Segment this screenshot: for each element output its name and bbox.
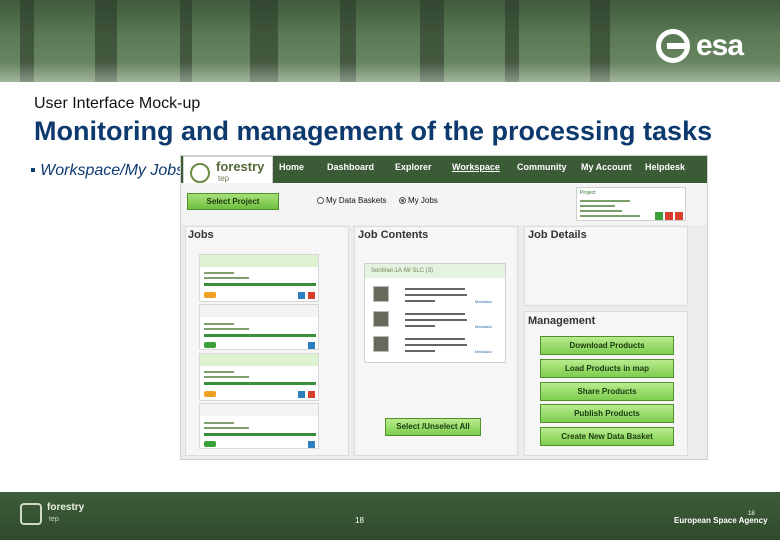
select-project-button[interactable]: Select Project — [187, 193, 279, 210]
project-summary-box: Project — [576, 187, 686, 221]
job-card[interactable] — [199, 254, 319, 302]
job-id — [200, 404, 318, 416]
status-badge — [204, 342, 216, 348]
share-products-button[interactable]: Share Products — [540, 382, 674, 401]
job-id — [200, 305, 318, 317]
footer-brand: forestry — [47, 502, 85, 513]
download-products-button[interactable]: Download Products — [540, 336, 674, 355]
select-unselect-all-button[interactable]: Select /Unselect All — [385, 418, 481, 436]
metadata-link[interactable]: Metadata — [475, 349, 492, 354]
app-mockup-screenshot: Home Dashboard Explorer Workspace Commun… — [180, 155, 708, 460]
status-badge — [204, 391, 216, 397]
job-details-title: Job Details — [528, 229, 587, 241]
management-title: Management — [528, 315, 596, 327]
esa-logo: esa — [656, 28, 744, 64]
project-close-icon[interactable] — [675, 212, 683, 220]
agency-name: European Space Agency — [674, 516, 768, 525]
radio-selected-icon — [399, 197, 406, 204]
project-ok-icon[interactable] — [655, 212, 663, 220]
presentation-slide: esa User Interface Mock-up Monitoring an… — [0, 0, 780, 540]
delete-icon[interactable] — [308, 391, 315, 398]
forest-header-banner: esa — [0, 0, 780, 82]
workspace-toolbar: Select Project My Data Baskets My Jobs P… — [181, 183, 707, 225]
metadata-link[interactable]: Metadata — [475, 299, 492, 304]
nav-dashboard[interactable]: Dashboard — [327, 162, 374, 172]
load-products-in-map-button[interactable]: Load Products in map — [540, 359, 674, 378]
job-contents-title: Job Contents — [358, 229, 429, 241]
page-number-corner: 18 — [748, 511, 755, 517]
nav-explorer[interactable]: Explorer — [395, 162, 432, 172]
app-brand-name: forestry — [216, 159, 265, 174]
create-new-data-basket-button[interactable]: Create New Data Basket — [540, 427, 674, 446]
delete-icon[interactable] — [308, 292, 315, 299]
radio-label: My Jobs — [408, 196, 438, 205]
info-icon[interactable] — [308, 342, 315, 349]
app-brand-sub: tep — [218, 174, 230, 183]
esa-mark-icon — [656, 29, 690, 63]
radio-my-jobs[interactable]: My Jobs — [399, 196, 438, 205]
product-thumbnail[interactable] — [373, 311, 389, 327]
job-id — [200, 255, 318, 267]
jobs-panel-title: Jobs — [188, 229, 214, 241]
info-icon[interactable] — [298, 292, 305, 299]
nav-workspace[interactable]: Workspace — [452, 162, 500, 172]
metadata-link[interactable]: Metadata — [475, 324, 492, 329]
nav-home[interactable]: Home — [279, 162, 304, 172]
forestry-tep-logo: forestry tep — [183, 156, 273, 186]
leaf-icon — [190, 163, 210, 183]
job-card[interactable] — [199, 353, 319, 401]
job-card[interactable] — [199, 403, 319, 449]
job-card[interactable] — [199, 304, 319, 350]
product-collection-header: Sentinel-1A IW SLC (3) — [365, 264, 505, 278]
job-contents-list: Sentinel-1A IW SLC (3) Metadata Metadata… — [364, 263, 506, 363]
product-thumbnail[interactable] — [373, 336, 389, 352]
slide-title: Monitoring and management of the process… — [34, 116, 713, 146]
project-label: Project — [580, 190, 596, 196]
forestry-leaf-icon — [20, 503, 42, 525]
footer-brand-sub: tep — [49, 516, 59, 523]
slide-subtitle: User Interface Mock-up — [34, 95, 201, 112]
job-id — [200, 354, 318, 366]
page-number: 18 — [355, 516, 364, 525]
radio-circle-icon — [317, 197, 324, 204]
nav-community[interactable]: Community — [517, 162, 567, 172]
project-remove-icon[interactable] — [665, 212, 673, 220]
info-icon[interactable] — [308, 441, 315, 448]
product-thumbnail[interactable] — [373, 286, 389, 302]
status-badge — [204, 292, 216, 298]
esa-logo-text: esa — [696, 29, 744, 62]
nav-helpdesk[interactable]: Helpdesk — [645, 162, 685, 172]
publish-products-button[interactable]: Publish Products — [540, 404, 674, 423]
nav-my-account[interactable]: My Account — [581, 162, 632, 172]
slide-footer: forestry tep 18 European Space Agency 18 — [0, 492, 780, 540]
bullet-text: Workspace/My Jobs — [40, 162, 180, 179]
info-icon[interactable] — [298, 391, 305, 398]
radio-label: My Data Baskets — [326, 196, 387, 205]
bullet-marker: ▪ — [30, 162, 36, 179]
radio-my-data-baskets[interactable]: My Data Baskets — [317, 196, 386, 205]
slide-bullet: ▪ Workspace/My Jobs — [30, 162, 180, 180]
status-badge — [204, 441, 216, 447]
